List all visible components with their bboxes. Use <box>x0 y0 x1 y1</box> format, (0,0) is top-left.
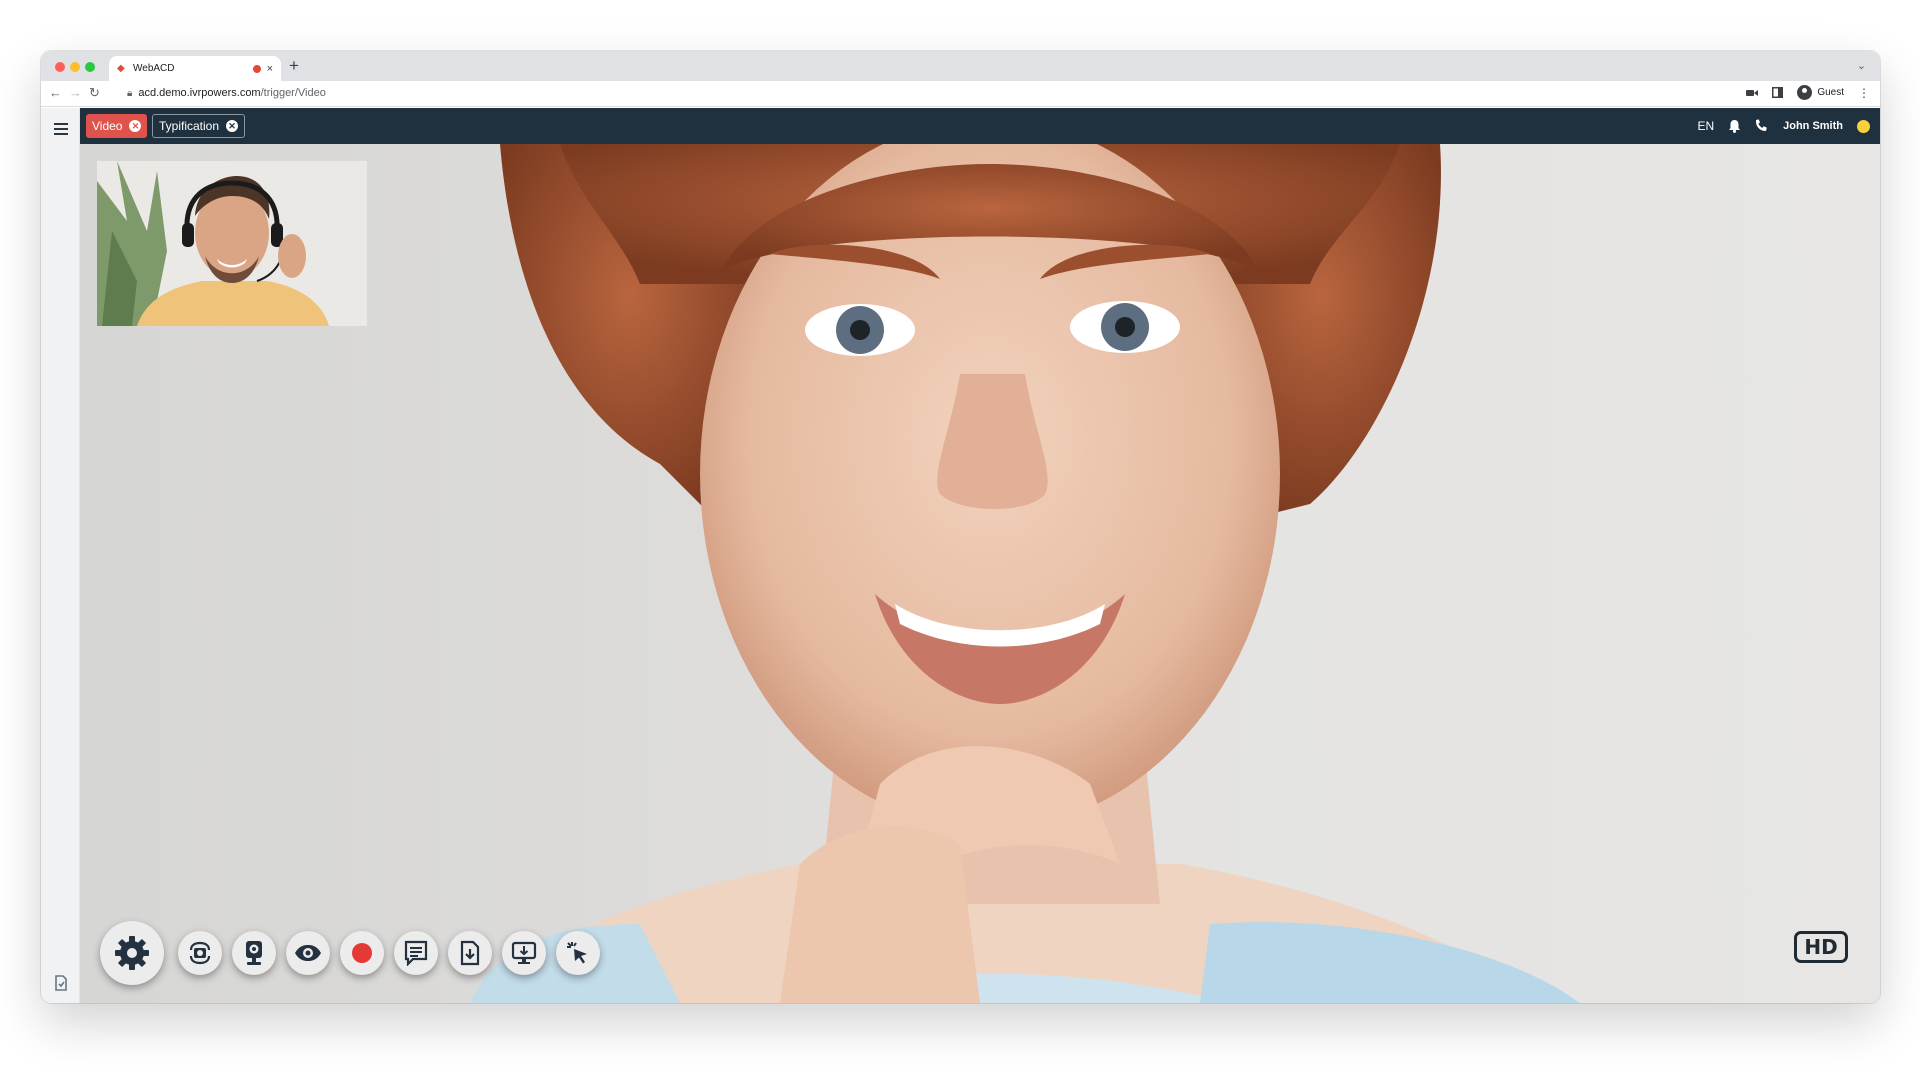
back-arrow-icon[interactable]: ← <box>49 85 62 101</box>
address-bar: ← → ↻ 🔒︎ acd.demo.ivrpowers.com/trigger/V… <box>41 81 1880 107</box>
tab-typification-label: Typification <box>159 119 220 133</box>
settings-button[interactable] <box>100 921 164 985</box>
side-panel-icon[interactable] <box>1772 87 1784 98</box>
webacd-favicon-icon: ◆ <box>117 62 125 74</box>
header-actions: EN John Smith <box>1697 108 1870 144</box>
tab-typification[interactable]: Typification ✕ <box>152 114 246 138</box>
lock-icon: 🔒︎ <box>127 88 133 99</box>
profile-label: Guest <box>1817 87 1844 98</box>
monitor-download-icon <box>511 941 537 964</box>
view-button[interactable] <box>286 931 330 975</box>
record-icon <box>352 943 372 963</box>
app-header: Video ✕ Typification ✕ EN John Smith <box>80 108 1880 144</box>
browser-menu-icon[interactable]: ⋮ <box>1858 86 1870 100</box>
camera-in-use-icon[interactable] <box>1746 88 1759 98</box>
browser-tab-title: WebACD <box>133 63 175 74</box>
gear-icon <box>115 936 149 970</box>
reload-icon[interactable]: ↻ <box>89 85 100 101</box>
browser-tab[interactable]: ◆ WebACD × <box>109 56 281 81</box>
profile-button[interactable]: Guest <box>1797 85 1844 100</box>
close-window-button[interactable] <box>55 62 65 72</box>
new-tab-button[interactable]: + <box>289 57 299 75</box>
left-sidebar <box>41 108 80 1003</box>
language-selector[interactable]: EN <box>1697 119 1714 133</box>
bell-icon[interactable] <box>1728 119 1741 133</box>
cursor-click-icon <box>567 942 587 964</box>
camera-switch-button[interactable] <box>178 931 222 975</box>
user-name[interactable]: John Smith <box>1783 120 1843 132</box>
url-field[interactable]: 🔒︎ acd.demo.ivrpowers.com/trigger/Video <box>127 87 326 99</box>
tab-video-label: Video <box>92 119 123 133</box>
video-stage: HD <box>80 144 1880 1003</box>
eye-icon <box>295 945 321 961</box>
browser-window: ◆ WebACD × + ⌄ ← → ↻ 🔒︎ acd.demo.ivrpower… <box>41 51 1880 1003</box>
webcam-icon <box>246 941 262 965</box>
tab-close-icon[interactable]: × <box>267 63 273 74</box>
tab-search-chevron-icon[interactable]: ⌄ <box>1857 59 1866 72</box>
url-host: acd.demo.ivrpowers.com <box>138 87 261 99</box>
local-video-preview <box>97 161 367 326</box>
message-icon <box>404 940 428 966</box>
close-circle-icon[interactable]: ✕ <box>129 120 142 132</box>
call-controls-toolbar <box>100 918 610 988</box>
file-download-button[interactable] <box>448 931 492 975</box>
close-circle-icon[interactable]: ✕ <box>226 120 239 132</box>
webcam-button[interactable] <box>232 931 276 975</box>
forward-arrow-icon[interactable]: → <box>69 85 82 101</box>
url-path: /trigger/Video <box>260 87 326 99</box>
record-button[interactable] <box>340 931 384 975</box>
browser-tab-strip: ◆ WebACD × + ⌄ <box>41 51 1880 81</box>
camera-rotate-icon <box>189 941 211 965</box>
tab-video[interactable]: Video ✕ <box>86 114 148 138</box>
maximize-window-button[interactable] <box>85 62 95 72</box>
hamburger-menu-icon[interactable] <box>54 123 68 138</box>
profile-avatar-icon <box>1797 85 1813 100</box>
screen-share-button[interactable] <box>502 931 546 975</box>
minimize-window-button[interactable] <box>70 62 80 72</box>
remote-pointer-button[interactable] <box>556 931 600 975</box>
presence-status-indicator[interactable] <box>1857 119 1870 133</box>
file-download-icon <box>460 940 480 966</box>
hd-quality-badge[interactable]: HD <box>1794 931 1848 963</box>
notes-button[interactable] <box>394 931 438 975</box>
address-bar-actions: Guest ⋮ <box>1746 85 1870 100</box>
phone-icon[interactable] <box>1755 119 1769 133</box>
document-icon[interactable] <box>54 975 68 991</box>
recording-indicator-icon <box>252 64 261 73</box>
